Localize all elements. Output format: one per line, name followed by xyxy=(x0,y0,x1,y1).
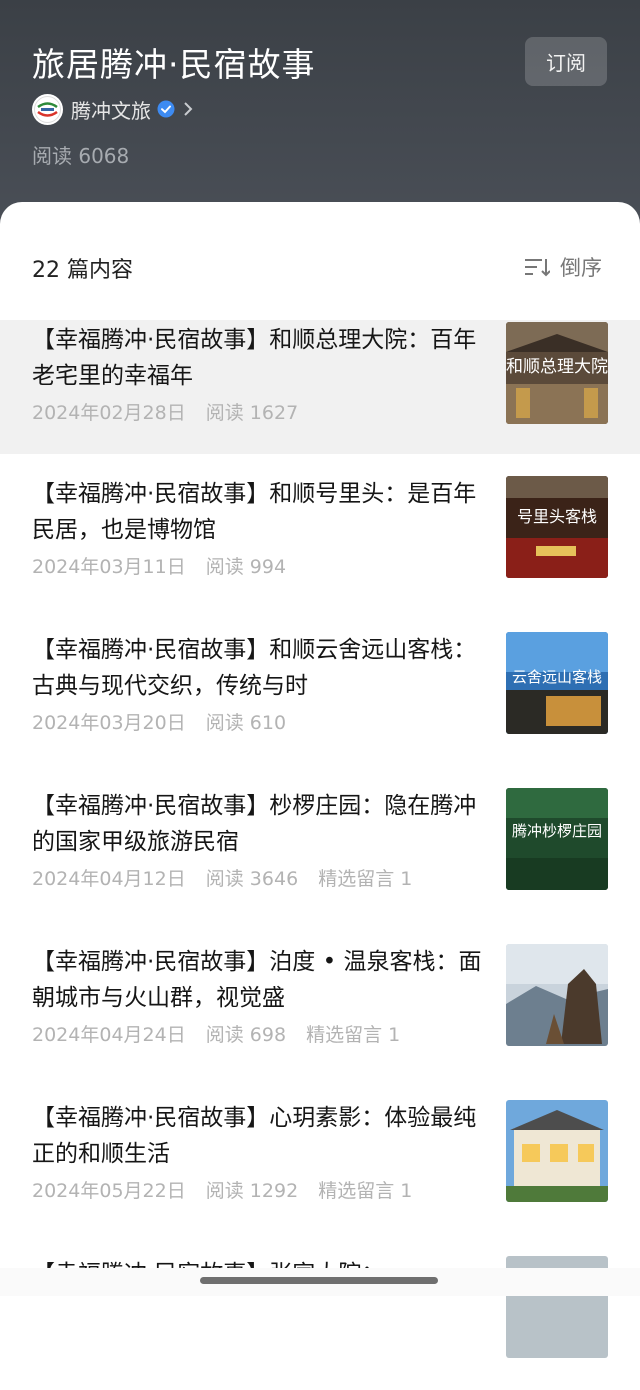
thumbnail-caption: 和顺总理大院 xyxy=(506,357,608,377)
article-comments: 精选留言 1 xyxy=(318,868,413,890)
subscribe-button[interactable]: 订阅 xyxy=(525,37,607,86)
list-header: 22 篇内容 倒序 xyxy=(0,202,640,320)
verified-check-icon xyxy=(157,100,175,118)
article-comments: 精选留言 1 xyxy=(318,1180,413,1202)
home-indicator[interactable] xyxy=(200,1277,438,1284)
article-title: 【幸福腾冲·民宿故事】杪椤庄园：隐在腾冲的国家甲级旅游民宿 xyxy=(32,793,477,855)
list-item[interactable]: 【幸福腾冲·民宿故事】和顺总理大院：百年老宅里的幸福年 2024年02月28日 … xyxy=(0,320,640,454)
list-item[interactable]: 【幸福腾冲·民宿故事】和顺云舍远山客栈：古典与现代交织，传统与时 2024年03… xyxy=(0,632,640,766)
article-thumbnail xyxy=(506,1100,608,1202)
album-header: 旅居腾冲·民宿故事 订阅 腾冲文旅 阅读 6068 xyxy=(0,0,640,230)
list-item[interactable]: 【幸福腾冲·民宿故事】杪椤庄园：隐在腾冲的国家甲级旅游民宿 2024年04月12… xyxy=(0,788,640,922)
article-reads: 阅读 3646 xyxy=(205,868,299,890)
article-thumbnail: 号里头客栈 xyxy=(506,476,608,578)
article-thumbnail xyxy=(506,944,608,1046)
article-reads: 阅读 610 xyxy=(205,712,287,734)
article-reads: 阅读 1627 xyxy=(205,402,299,424)
article-meta: 2024年02月28日 阅读 1627 xyxy=(32,398,312,425)
list-item[interactable]: 【幸福腾冲·民宿故事】泊度 • 温泉客栈：面朝城市与火山群，视觉盛 2024年0… xyxy=(0,944,640,1078)
article-title: 【幸福腾冲·民宿故事】泊度 • 温泉客栈：面朝城市与火山群，视觉盛 xyxy=(32,949,482,1011)
article-comments: 精选留言 1 xyxy=(306,1024,401,1046)
article-thumbnail: 和顺总理大院 xyxy=(506,322,608,424)
album-read-count: 阅读 6068 xyxy=(32,144,130,168)
article-title: 【幸福腾冲·民宿故事】心玥素影：体验最纯正的和顺生活 xyxy=(32,1105,477,1167)
article-title: 【幸福腾冲·民宿故事】和顺号里头：是百年民居，也是博物馆 xyxy=(32,481,477,543)
article-title: 【幸福腾冲·民宿故事】和顺云舍远山客栈：古典与现代交织，传统与时 xyxy=(32,637,477,699)
article-reads: 阅读 994 xyxy=(205,556,287,578)
article-title: 【幸福腾冲·民宿故事】和顺总理大院：百年老宅里的幸福年 xyxy=(32,327,477,389)
article-meta: 2024年03月11日 阅读 994 xyxy=(32,552,300,579)
thumbnail-caption: 云舍远山客栈 xyxy=(512,668,602,686)
list-item[interactable]: 【幸福腾冲·民宿故事】和顺号里头：是百年民居，也是博物馆 2024年03月11日… xyxy=(0,476,640,610)
article-date: 2024年02月28日 xyxy=(32,402,186,424)
article-count: 22 篇内容 xyxy=(32,258,133,283)
article-date: 2024年03月20日 xyxy=(32,712,186,734)
article-meta: 2024年05月22日 阅读 1292 精选留言 1 xyxy=(32,1176,426,1203)
list-item[interactable]: 【幸福腾冲·民宿故事】心玥素影：体验最纯正的和顺生活 2024年05月22日 阅… xyxy=(0,1100,640,1234)
article-date: 2024年04月12日 xyxy=(32,868,186,890)
article-date: 2024年05月22日 xyxy=(32,1180,186,1202)
thumbnail-caption: 腾冲杪椤庄园 xyxy=(512,822,602,840)
article-date: 2024年03月11日 xyxy=(32,556,186,578)
article-thumbnail: 腾冲杪椤庄园 xyxy=(506,788,608,890)
account-name: 腾冲文旅 xyxy=(71,98,151,123)
chevron-right-icon xyxy=(184,102,193,116)
article-meta: 2024年03月20日 阅读 610 xyxy=(32,708,300,735)
sort-label: 倒序 xyxy=(560,256,602,280)
article-meta: 2024年04月12日 阅读 3646 精选留言 1 xyxy=(32,864,426,891)
sort-order-icon xyxy=(525,259,550,277)
account-link[interactable]: 腾冲文旅 xyxy=(32,92,193,126)
account-logo-icon xyxy=(32,93,63,125)
thumbnail-caption: 号里头客栈 xyxy=(517,507,597,526)
article-reads: 阅读 698 xyxy=(205,1024,287,1046)
article-meta: 2024年04月24日 阅读 698 精选留言 1 xyxy=(32,1020,414,1047)
article-reads: 阅读 1292 xyxy=(205,1180,299,1202)
article-thumbnail: 云舍远山客栈 xyxy=(506,632,608,734)
sort-toggle[interactable]: 倒序 xyxy=(524,252,602,282)
article-date: 2024年04月24日 xyxy=(32,1024,186,1046)
album-title: 旅居腾冲·民宿故事 xyxy=(32,45,316,84)
